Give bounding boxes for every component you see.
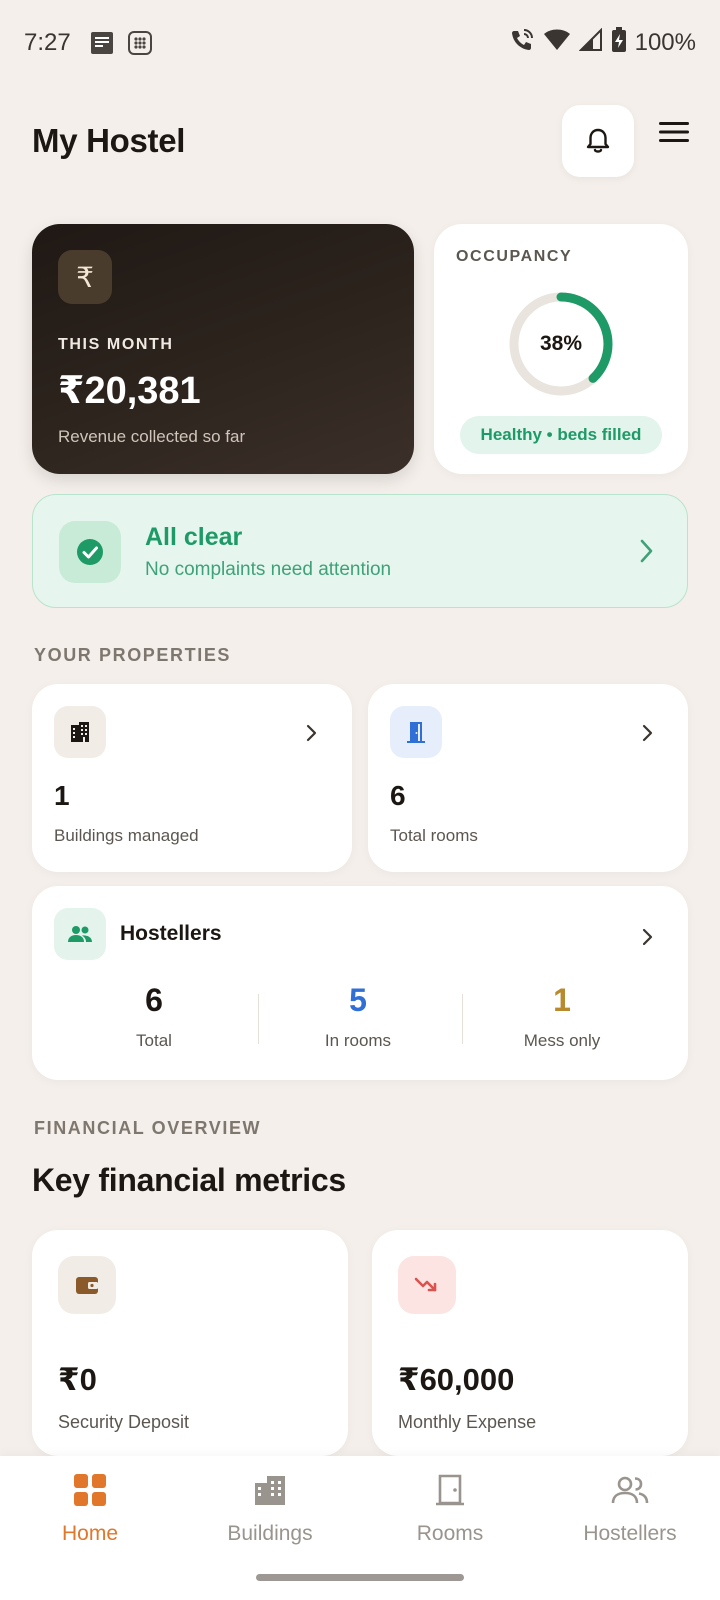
cellular-signal-icon [578, 27, 603, 59]
hostellers-total-value: 6 [145, 982, 163, 1018]
occupancy-card[interactable]: OCCUPANCY 38% Healthy • beds filled [434, 224, 688, 474]
rooms-label: Total rooms [390, 826, 478, 845]
status-bar: 7:27 100% [0, 0, 720, 86]
wallet-icon [58, 1256, 116, 1314]
hostellers-title: Hostellers [120, 922, 222, 945]
nav-hostellers-label: Hostellers [583, 1522, 677, 1545]
buildings-label: Buildings managed [54, 826, 199, 845]
hostellers-in-rooms-value: 5 [349, 982, 367, 1018]
nav-home-label: Home [61, 1522, 119, 1545]
chevron-right-icon [640, 539, 653, 563]
rooms-count: 6 [390, 780, 406, 811]
nav-buildings[interactable]: Buildings [180, 1470, 360, 1560]
hostellers-mess-only-label: Mess only [523, 1031, 601, 1050]
revenue-label: THIS MONTH [58, 336, 174, 353]
nav-buildings-label: Buildings [227, 1522, 313, 1545]
hostellers-mess-only-stat: 1 Mess only [462, 982, 662, 1051]
chevron-right-icon [642, 928, 653, 946]
rooms-card[interactable]: 6 Total rooms [368, 684, 688, 872]
buildings-count: 1 [54, 780, 70, 811]
door-icon [360, 1470, 540, 1510]
chevron-right-icon [306, 724, 317, 742]
trending-down-icon [398, 1256, 456, 1314]
financial-heading: Key financial metrics [32, 1162, 346, 1198]
notifications-button[interactable] [562, 105, 634, 177]
bottom-navigation: Home Buildings Rooms Hostellers [0, 1456, 720, 1600]
complaints-status-title: All clear [145, 523, 243, 551]
status-indicators: 100% [509, 26, 696, 60]
rupee-icon: ₹ [58, 250, 112, 304]
occupancy-percent: 38% [539, 332, 583, 355]
chevron-right-icon [642, 724, 653, 742]
battery-charging-icon [611, 26, 627, 60]
nav-hostellers[interactable]: Hostellers [540, 1470, 720, 1560]
nav-rooms-label: Rooms [416, 1522, 484, 1545]
financial-section-label: FINANCIAL OVERVIEW [34, 1118, 262, 1138]
status-time: 7:27 [24, 29, 71, 56]
hostellers-card[interactable]: Hostellers 6 Total 5 In rooms 1 Mess onl… [32, 886, 688, 1080]
revenue-value: ₹20,381 [58, 370, 201, 412]
monthly-expense-card[interactable]: ₹60,000 Monthly Expense [372, 1230, 688, 1456]
monthly-expense-label: Monthly Expense [398, 1412, 537, 1432]
people-icon [54, 908, 106, 960]
wifi-icon [543, 28, 571, 59]
app-header: My Hostel [32, 100, 692, 180]
complaints-status-subtitle: No complaints need attention [145, 559, 392, 580]
building-icon [54, 706, 106, 758]
revenue-card[interactable]: ₹ THIS MONTH ₹20,381 Revenue collected s… [32, 224, 414, 474]
occupancy-status-badge: Healthy • beds filled [460, 416, 662, 454]
menu-button[interactable] [652, 112, 696, 152]
occupancy-label: OCCUPANCY [456, 248, 573, 265]
buildings-icon [180, 1470, 360, 1510]
door-icon [390, 706, 442, 758]
hostellers-in-rooms-stat: 5 In rooms [258, 982, 458, 1051]
complaints-status-card[interactable]: All clear No complaints need attention [32, 494, 688, 608]
properties-section-label: YOUR PROPERTIES [34, 645, 232, 665]
battery-percent: 100% [634, 29, 696, 56]
wifi-calling-icon [509, 27, 535, 60]
gesture-home-indicator[interactable] [256, 1574, 464, 1581]
monthly-expense-value: ₹60,000 [398, 1362, 515, 1397]
hostellers-in-rooms-label: In rooms [324, 1031, 392, 1050]
check-circle-icon [59, 521, 121, 583]
hostellers-total-stat: 6 Total [54, 982, 254, 1051]
revenue-subtitle: Revenue collected so far [58, 427, 246, 446]
home-grid-icon [0, 1470, 180, 1510]
hostellers-mess-only-value: 1 [553, 982, 571, 1018]
calculator-notification-icon [127, 30, 153, 56]
notes-notification-icon [89, 30, 115, 56]
security-deposit-label: Security Deposit [58, 1412, 190, 1432]
page-title: My Hostel [32, 122, 186, 159]
people-icon [540, 1470, 720, 1510]
hostellers-total-label: Total [136, 1031, 172, 1050]
security-deposit-value: ₹0 [58, 1362, 97, 1397]
nav-home[interactable]: Home [0, 1470, 180, 1560]
hamburger-menu-icon [659, 122, 689, 142]
security-deposit-card[interactable]: ₹0 Security Deposit [32, 1230, 348, 1456]
buildings-card[interactable]: 1 Buildings managed [32, 684, 352, 872]
nav-rooms[interactable]: Rooms [360, 1470, 540, 1560]
bell-icon [586, 128, 610, 153]
